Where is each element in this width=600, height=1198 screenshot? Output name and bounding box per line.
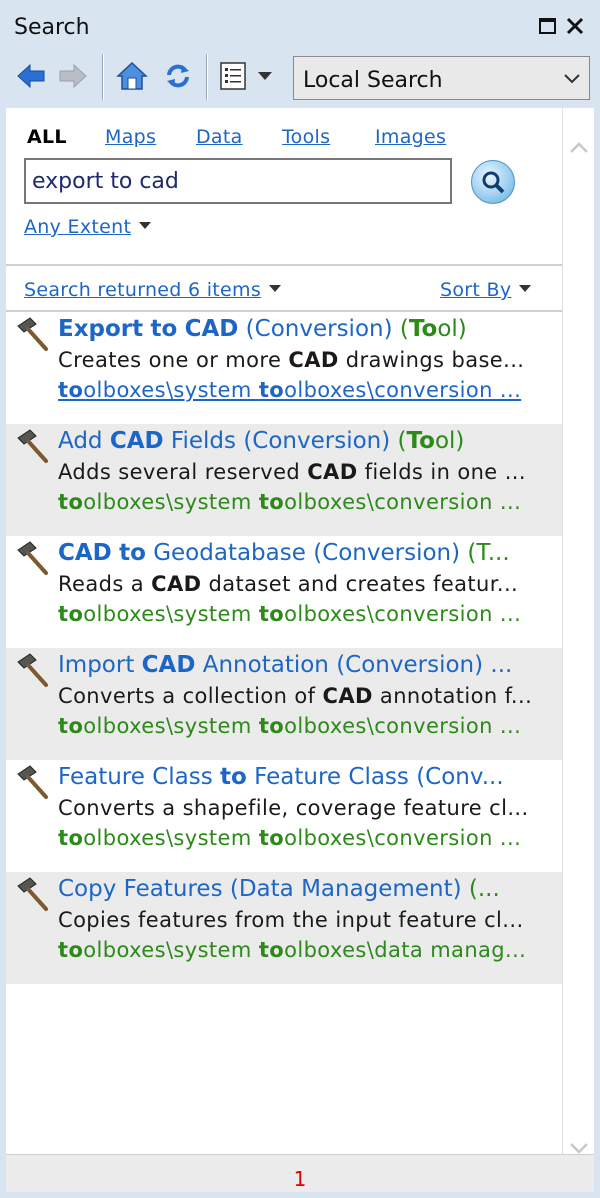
result-category: (Conversion): [238, 316, 393, 342]
result-name: Copy Features: [58, 876, 223, 902]
hammer-icon: [17, 877, 48, 911]
result-item[interactable]: Export to CAD (Conversion) (Tool) Creates…: [6, 312, 562, 424]
sort-by-menu[interactable]: Sort By: [440, 279, 532, 301]
back-button[interactable]: [14, 58, 48, 94]
tab-all[interactable]: ALL: [27, 126, 67, 148]
result-path[interactable]: toolboxes\system toolboxes\conversion ..…: [58, 602, 558, 626]
result-title[interactable]: CAD to Geodatabase (Conversion) (T...: [58, 540, 558, 566]
forward-arrow-icon: [59, 63, 87, 89]
search-panel: ALL Maps Data Tools Images export to cad…: [6, 108, 562, 264]
home-icon: [116, 61, 148, 90]
result-type: (Tool): [392, 316, 467, 342]
result-item[interactable]: Copy Features (Data Management) (... Copi…: [6, 872, 562, 984]
tab-images[interactable]: Images: [375, 126, 446, 148]
chevron-down-icon: [564, 74, 580, 84]
view-options-button[interactable]: [218, 58, 248, 94]
result-description: Reads a CAD dataset and creates featur..…: [58, 572, 519, 596]
restore-button[interactable]: [535, 14, 559, 38]
result-type: (Tool): [390, 428, 465, 454]
search-button[interactable]: [471, 160, 515, 204]
results-summary-bar: Search returned 6 items Sort By: [6, 264, 562, 312]
close-icon: [566, 17, 584, 35]
window-title: Search: [14, 15, 90, 40]
caret-down-icon: [269, 285, 282, 292]
result-title[interactable]: Copy Features (Data Management) (...: [58, 876, 558, 902]
view-options-dropdown[interactable]: [254, 58, 276, 94]
result-name: Export to CAD: [58, 316, 239, 342]
results-count-menu[interactable]: Search returned 6 items: [24, 279, 282, 301]
result-path[interactable]: toolboxes\system toolboxes\conversion ..…: [58, 714, 558, 738]
result-description: Adds several reserved CAD fields in one …: [58, 460, 526, 484]
result-title[interactable]: Add CAD Fields (Conversion) (Tool): [58, 428, 558, 454]
result-description: Converts a collection of CAD annotation …: [58, 684, 533, 708]
extent-filter-label: Any Extent: [24, 216, 132, 238]
search-scope-select[interactable]: Local Search: [293, 56, 590, 100]
result-description: Creates one or more CAD drawings base...: [58, 348, 525, 372]
list-view-icon: [220, 62, 246, 90]
caret-down-icon: [258, 72, 272, 80]
result-category: (Data Management): [222, 876, 462, 902]
tab-maps[interactable]: Maps: [105, 126, 156, 148]
hammer-icon: [17, 317, 48, 351]
page-number[interactable]: 1: [6, 1167, 594, 1191]
tab-tools[interactable]: Tools: [282, 126, 330, 148]
result-path[interactable]: toolboxes\system toolboxes\conversion ..…: [58, 826, 558, 850]
scroll-up-icon[interactable]: [569, 138, 589, 158]
result-title[interactable]: Feature Class to Feature Class (Conv...: [58, 764, 558, 790]
toolbar: Local Search: [6, 46, 594, 108]
result-title[interactable]: Import CAD Annotation (Conversion) ...: [58, 652, 558, 678]
caret-down-icon: [519, 285, 532, 292]
search-input[interactable]: export to cad: [24, 158, 452, 204]
result-item[interactable]: Add CAD Fields (Conversion) (Tool) Adds s…: [6, 424, 562, 536]
result-category: (Conversion): [305, 540, 461, 566]
title-bar: Search: [6, 6, 594, 46]
forward-button[interactable]: [56, 58, 90, 94]
hammer-icon: [17, 765, 48, 799]
result-path[interactable]: toolboxes\system toolboxes\data manag...: [58, 938, 558, 962]
refresh-button[interactable]: [160, 58, 196, 94]
result-description: Converts a shapefile, coverage feature c…: [58, 796, 529, 820]
toolbar-separator: [102, 54, 104, 100]
result-name: Add CAD Fields: [58, 428, 237, 454]
result-path[interactable]: toolboxes\system toolboxes\conversion ..…: [58, 378, 558, 402]
tab-data[interactable]: Data: [196, 126, 243, 148]
search-scope-value: Local Search: [303, 68, 443, 93]
results-count-label: Search returned 6 items: [24, 279, 262, 301]
status-bar: 1: [6, 1154, 594, 1192]
hammer-icon: [17, 653, 48, 687]
result-name: Import CAD Annotation: [58, 652, 329, 678]
home-button[interactable]: [114, 58, 150, 94]
result-type: (...: [461, 876, 500, 902]
search-query: export to cad: [32, 169, 179, 194]
restore-icon: [538, 18, 556, 34]
toolbar-separator: [206, 54, 208, 100]
hammer-icon: [17, 541, 48, 575]
result-item[interactable]: Feature Class to Feature Class (Conv... C…: [6, 760, 562, 872]
close-button[interactable]: [563, 14, 587, 38]
result-item[interactable]: CAD to Geodatabase (Conversion) (T... Rea…: [6, 536, 562, 648]
result-type: (T...: [460, 540, 510, 566]
vertical-scrollbar[interactable]: [562, 108, 594, 1154]
result-path[interactable]: toolboxes\system toolboxes\conversion ..…: [58, 490, 558, 514]
search-icon: [482, 171, 505, 194]
result-description: Copies features from the input feature c…: [58, 908, 524, 932]
caret-down-icon: [139, 222, 152, 229]
result-category: (Conversion): [236, 428, 391, 454]
sort-by-label: Sort By: [440, 279, 512, 301]
result-name: CAD to Geodatabase: [58, 540, 306, 566]
hammer-icon: [17, 429, 48, 463]
result-item[interactable]: Import CAD Annotation (Conversion) ... Co…: [6, 648, 562, 760]
extent-filter[interactable]: Any Extent: [24, 216, 152, 238]
refresh-icon: [167, 64, 189, 88]
result-category: (Conversion) ...: [328, 652, 513, 678]
back-arrow-icon: [17, 63, 45, 89]
result-name: Feature Class to Feature Class (Conv...: [58, 764, 504, 790]
result-title[interactable]: Export to CAD (Conversion) (Tool): [58, 316, 558, 342]
